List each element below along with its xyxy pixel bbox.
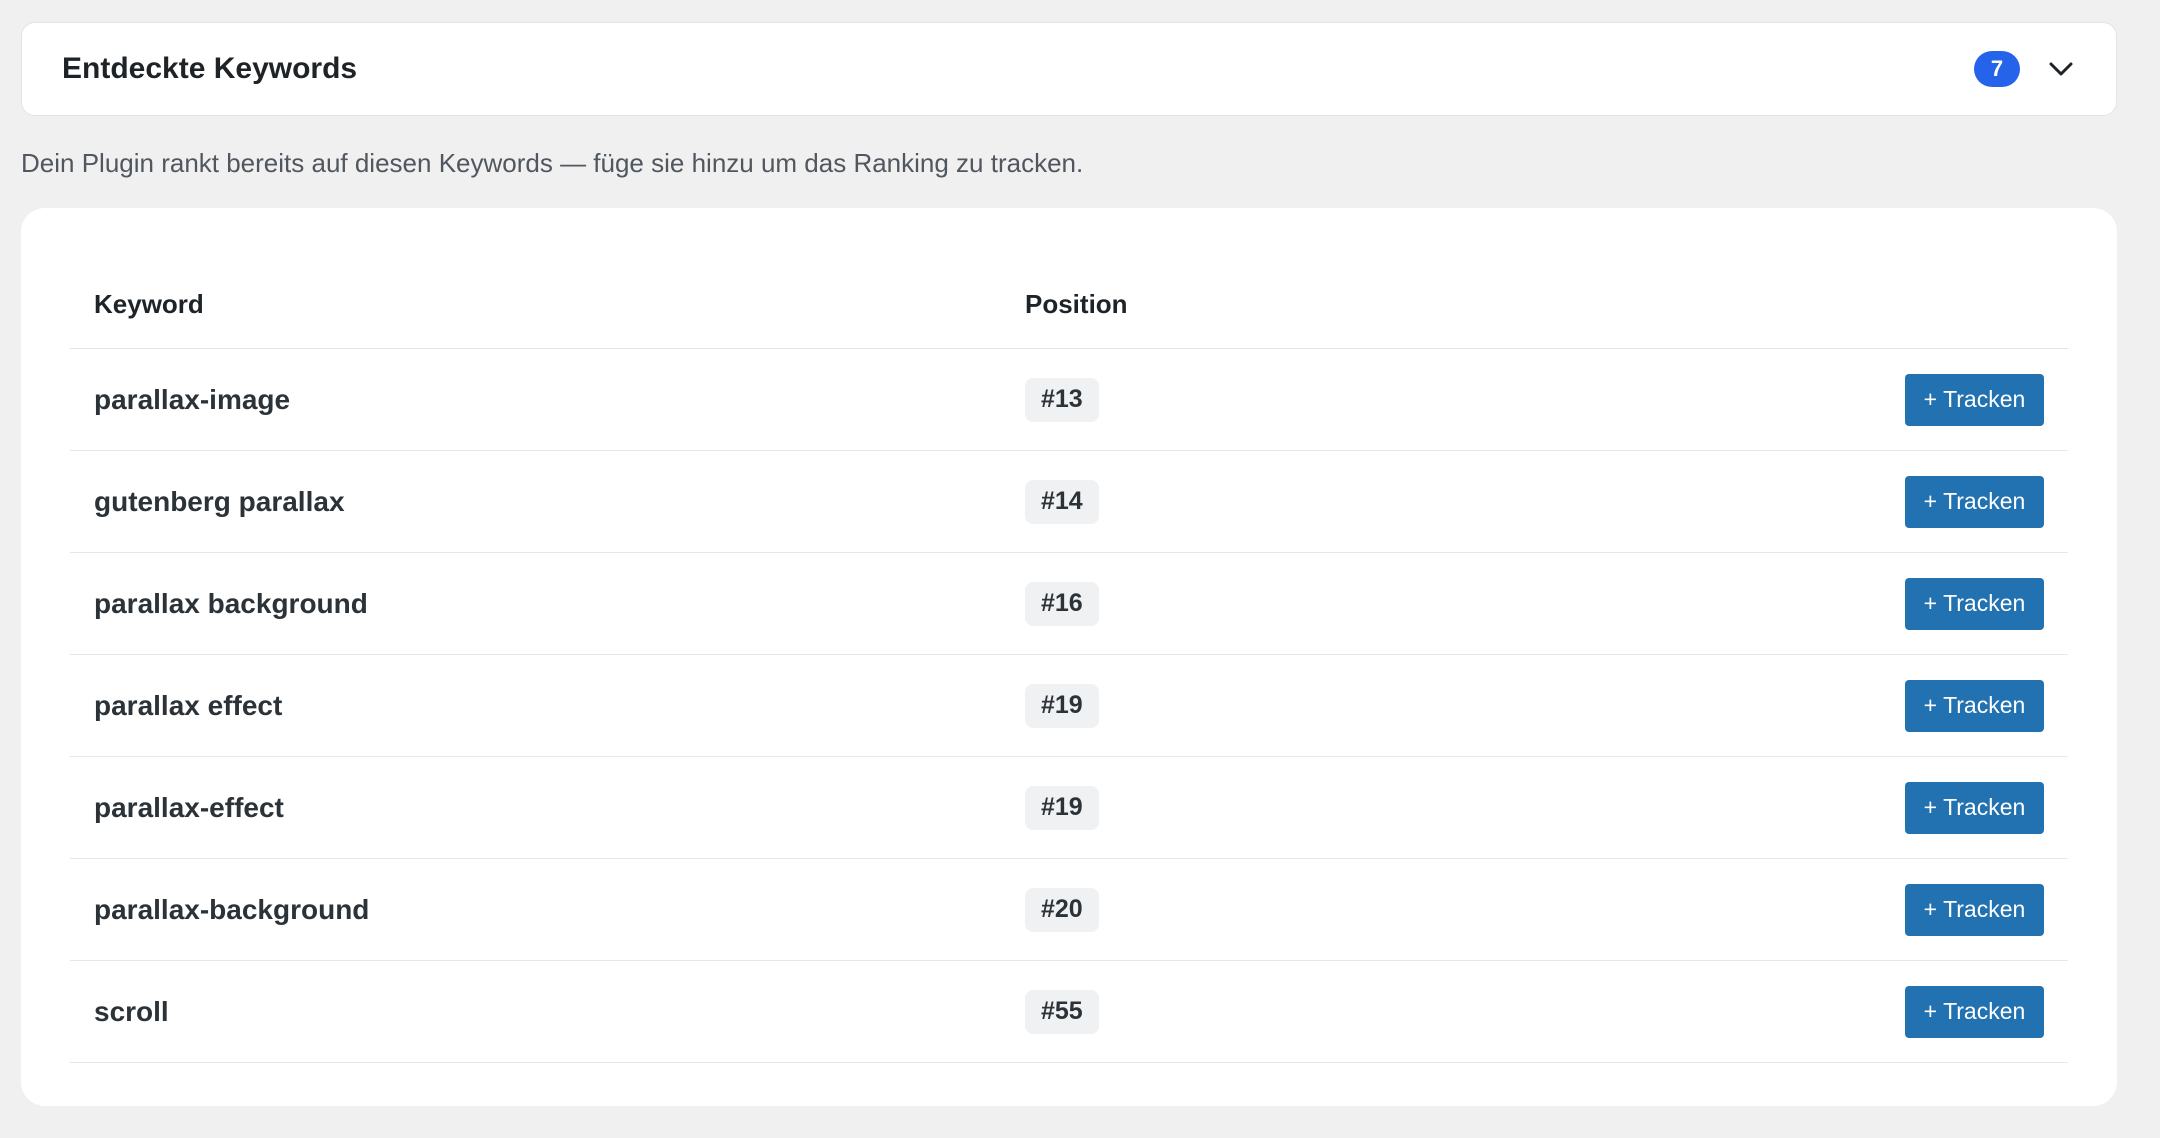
keyword-count-badge: 7 (1974, 51, 2020, 87)
keyword-cell: parallax effect (94, 689, 283, 721)
column-header-position: Position (1025, 288, 1128, 319)
table-row: gutenberg parallax #14 + Tracken (70, 451, 2068, 553)
table-body: parallax-image #13 + Tracken gutenberg p… (70, 349, 2068, 1063)
track-button[interactable]: + Tracken (1905, 985, 2044, 1038)
track-button[interactable]: + Tracken (1905, 577, 2044, 630)
table-row: parallax-image #13 + Tracken (70, 349, 2068, 451)
position-badge: #19 (1025, 785, 1099, 830)
track-button[interactable]: + Tracken (1905, 475, 2044, 528)
position-badge: #19 (1025, 683, 1099, 728)
column-header-keyword: Keyword (94, 288, 204, 319)
keyword-cell: gutenberg parallax (94, 485, 345, 517)
table-header: Keyword Position (70, 260, 2068, 349)
keywords-panel-header[interactable]: Entdeckte Keywords 7 (21, 22, 2117, 116)
table-row: parallax effect #19 + Tracken (70, 655, 2068, 757)
position-badge: #55 (1025, 989, 1099, 1034)
position-badge: #14 (1025, 479, 1099, 524)
panel-description: Dein Plugin rankt bereits auf diesen Key… (21, 148, 1084, 178)
table-row: scroll #55 + Tracken (70, 961, 2068, 1063)
table-row: parallax-background #20 + Tracken (70, 859, 2068, 961)
chevron-down-icon[interactable] (2046, 54, 2076, 84)
position-badge: #16 (1025, 581, 1099, 626)
panel-title: Entdeckte Keywords (62, 52, 358, 85)
keyword-cell: parallax-effect (94, 791, 284, 823)
keyword-cell: scroll (94, 995, 169, 1027)
table-row: parallax background #16 + Tracken (70, 553, 2068, 655)
keyword-cell: parallax-image (94, 383, 291, 415)
keyword-cell: parallax background (94, 587, 368, 619)
keywords-table: Keyword Position parallax-image #13 + Tr… (21, 208, 2117, 1106)
track-button[interactable]: + Tracken (1905, 373, 2044, 426)
track-button[interactable]: + Tracken (1905, 883, 2044, 936)
table-row: parallax-effect #19 + Tracken (70, 757, 2068, 859)
track-button[interactable]: + Tracken (1905, 781, 2044, 834)
position-badge: #13 (1025, 377, 1099, 422)
position-badge: #20 (1025, 887, 1099, 932)
page: Entdeckte Keywords 7 Dein Plugin rankt b… (0, 0, 2160, 1138)
keyword-cell: parallax-background (94, 893, 370, 925)
track-button[interactable]: + Tracken (1905, 679, 2044, 732)
